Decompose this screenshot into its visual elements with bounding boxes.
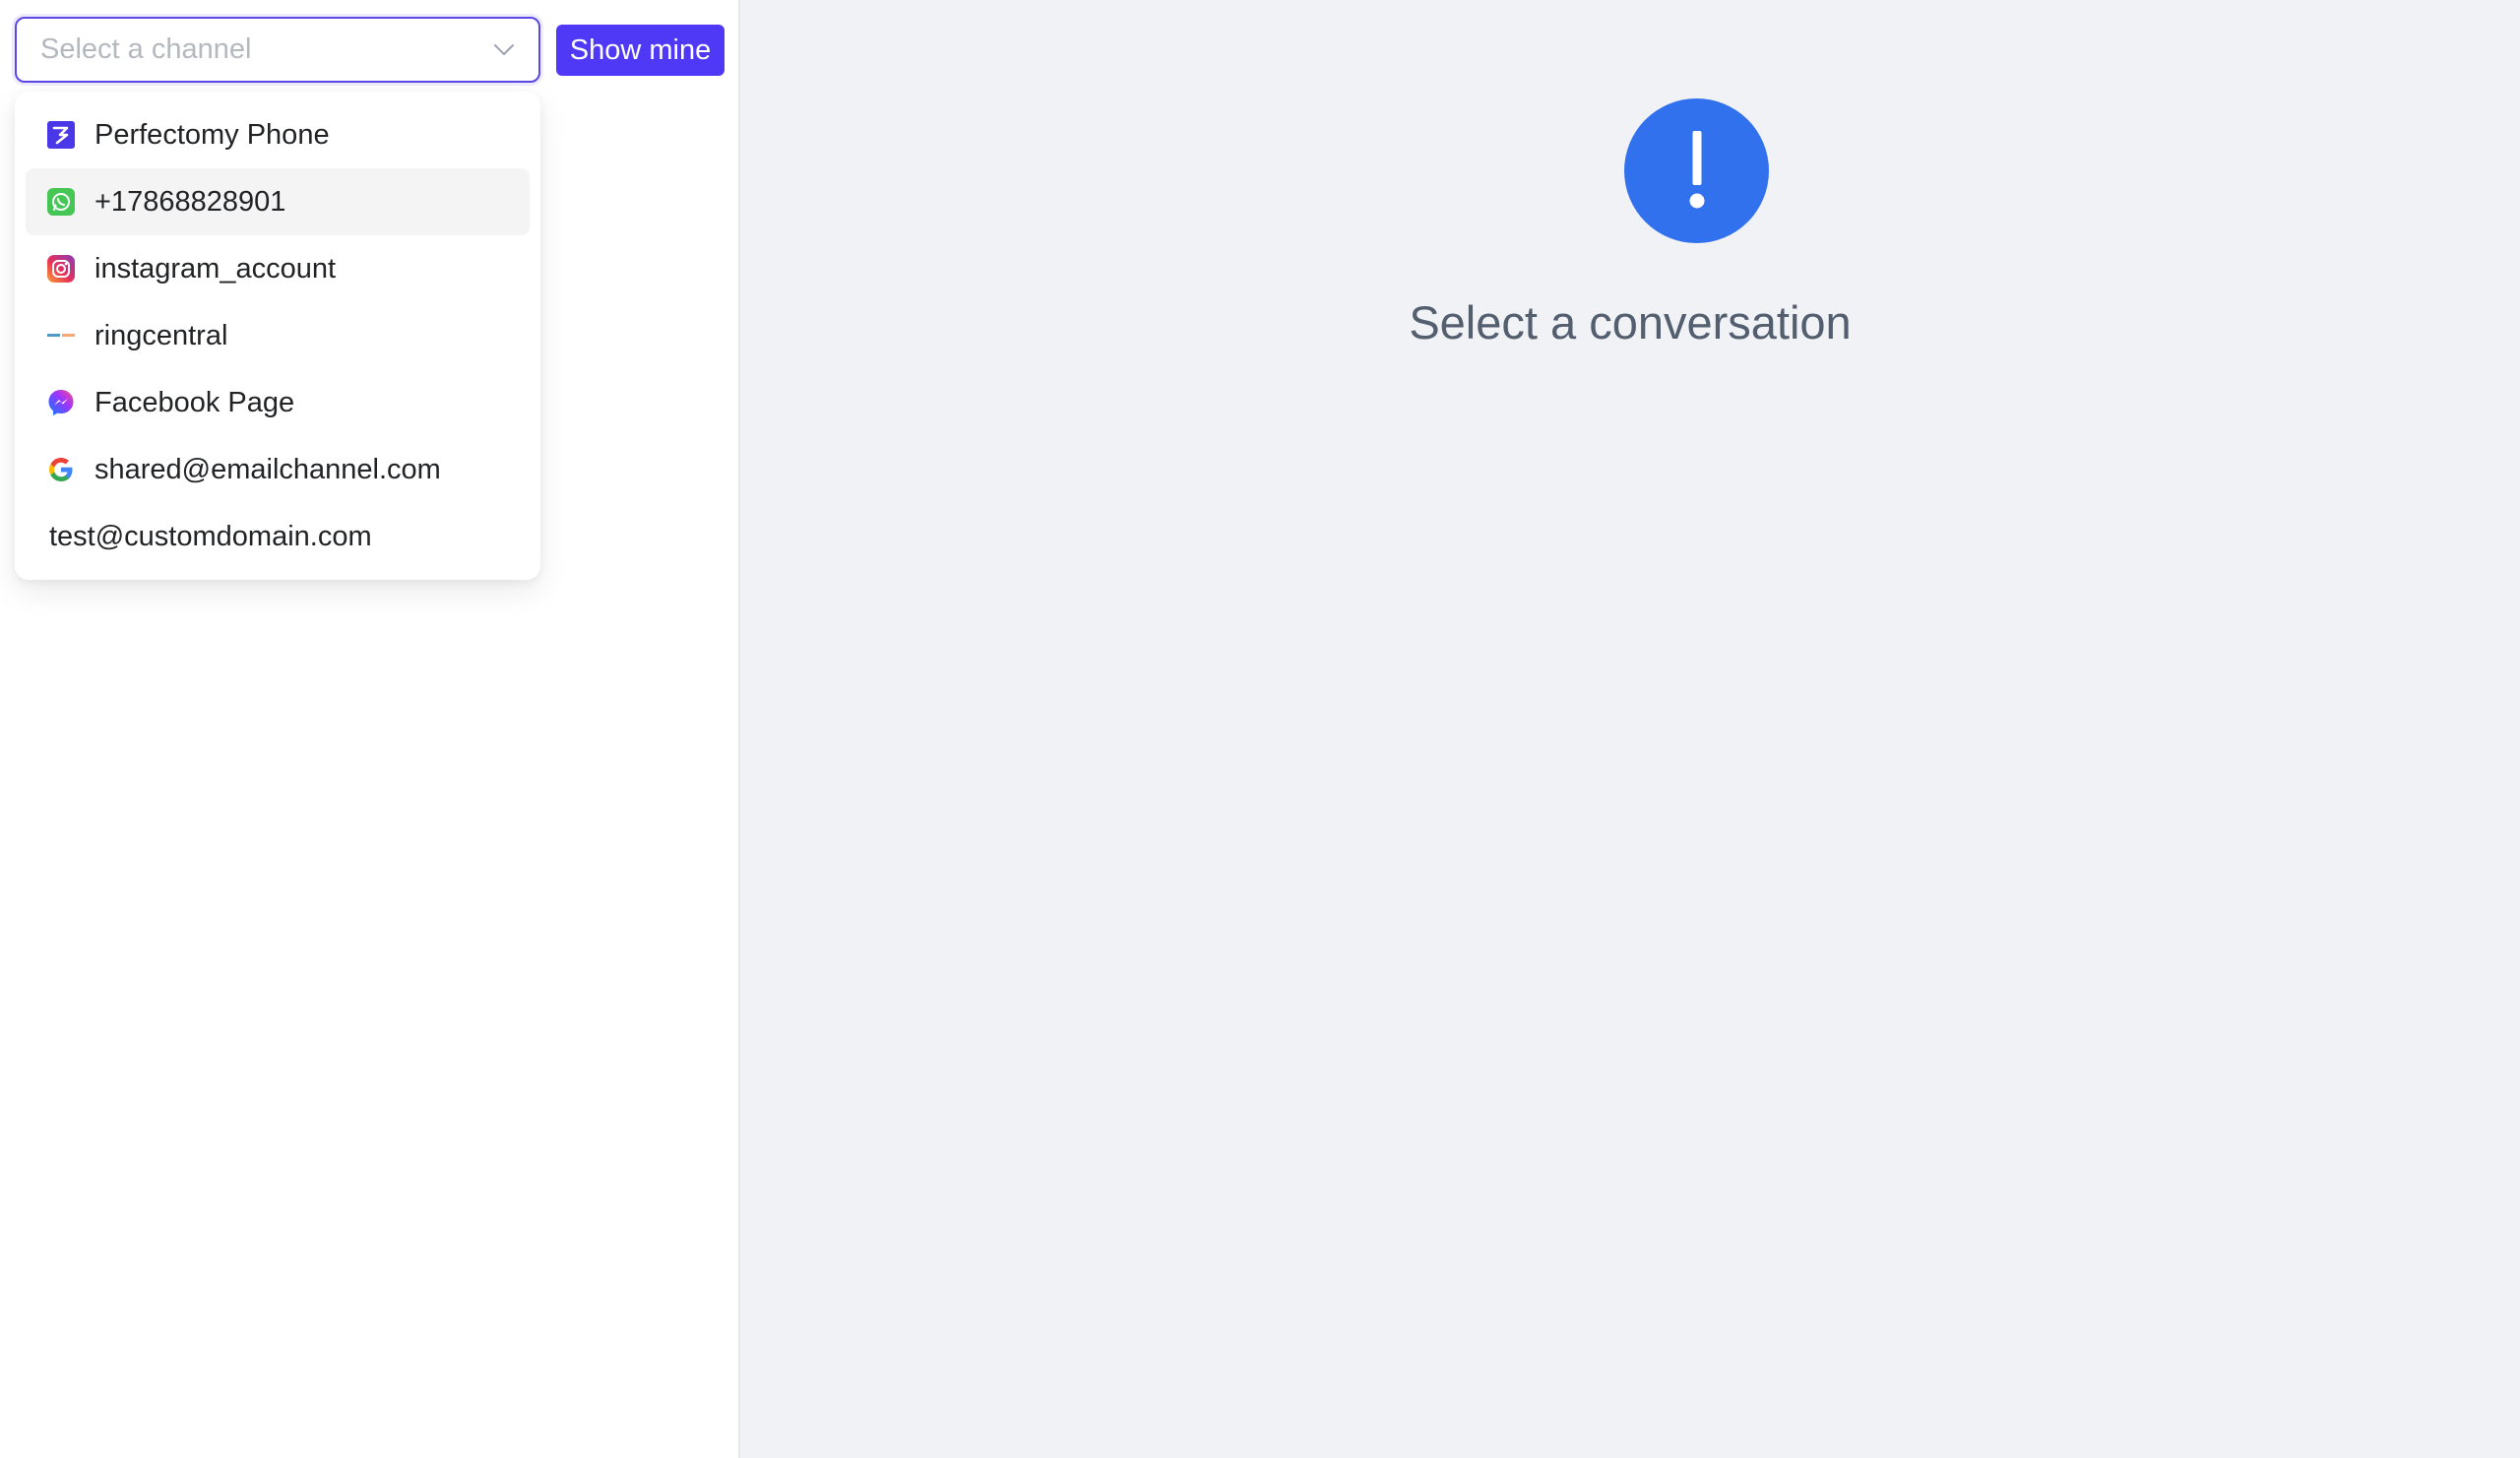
channel-option-perfectomy-phone[interactable]: Perfectomy Phone <box>26 101 530 168</box>
whatsapp-icon <box>47 188 75 216</box>
ringcentral-icon <box>47 322 75 349</box>
channel-option-label: ringcentral <box>94 319 228 351</box>
conversation-main-pane: Select a conversation <box>740 0 2520 1458</box>
channel-option-instagram[interactable]: instagram_account <box>26 235 530 302</box>
channel-dropdown: Perfectomy Phone +17868828901 instagram_… <box>15 92 540 580</box>
perfectomy-icon <box>47 121 75 149</box>
channel-option-facebook-page[interactable]: Facebook Page <box>26 369 530 436</box>
channel-option-ringcentral[interactable]: ringcentral <box>26 302 530 369</box>
channel-select[interactable]: Select a channel <box>15 17 540 83</box>
google-icon <box>47 456 75 483</box>
messenger-icon <box>47 389 75 416</box>
show-mine-button[interactable]: Show mine <box>556 25 724 76</box>
channel-option-label: Perfectomy Phone <box>94 118 330 151</box>
exclamation-circle-icon <box>1624 98 1769 243</box>
channel-option-label: +17868828901 <box>94 185 286 218</box>
channel-option-custom-domain[interactable]: test@customdomain.com <box>26 503 530 570</box>
channel-option-label: test@customdomain.com <box>49 520 372 552</box>
instagram-icon <box>47 255 75 283</box>
conversation-sidebar: Select a channel Show mine Perfectomy Ph… <box>0 0 740 1458</box>
channel-option-whatsapp[interactable]: +17868828901 <box>26 168 530 235</box>
channel-option-shared-email[interactable]: shared@emailchannel.com <box>26 436 530 503</box>
chevron-down-icon <box>493 39 515 61</box>
channel-option-label: instagram_account <box>94 252 337 285</box>
empty-state-title: Select a conversation <box>1409 296 1852 349</box>
app-root: Select a channel Show mine Perfectomy Ph… <box>0 0 2520 1458</box>
channel-option-label: Facebook Page <box>94 386 295 418</box>
channel-select-placeholder: Select a channel <box>40 33 252 65</box>
channel-option-label: shared@emailchannel.com <box>94 453 441 485</box>
